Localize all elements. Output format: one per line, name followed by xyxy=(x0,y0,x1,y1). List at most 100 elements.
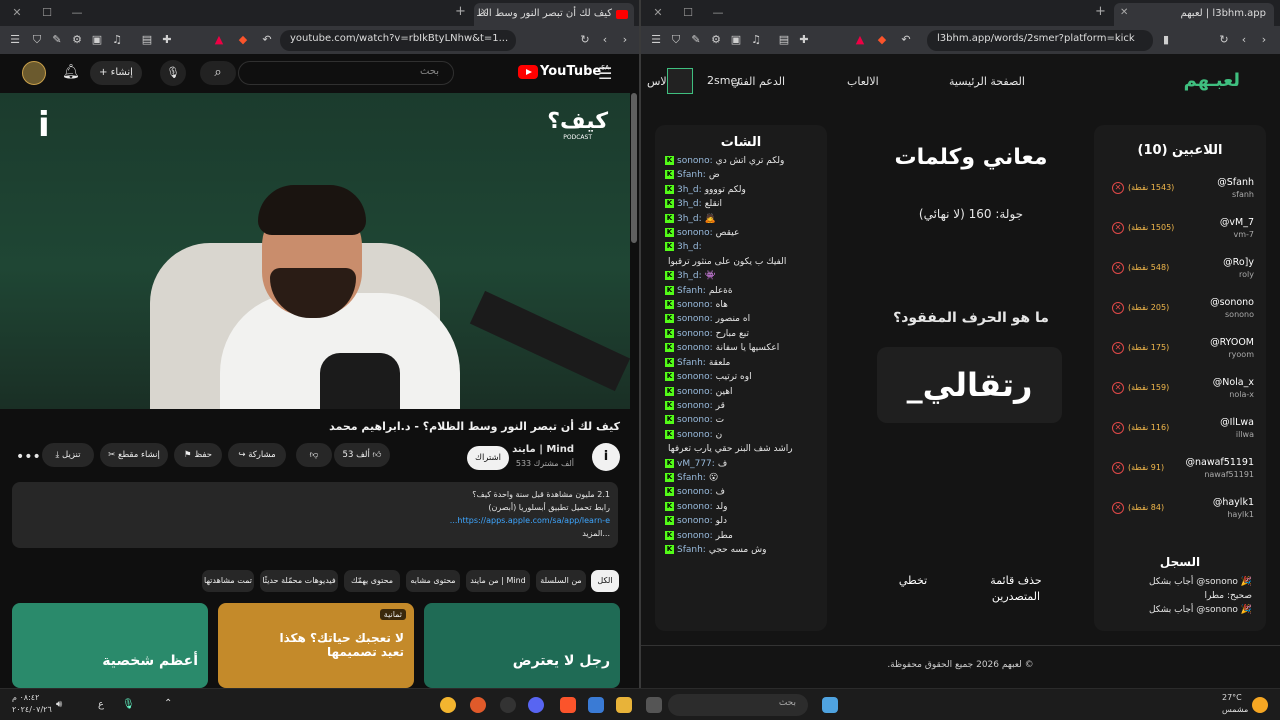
screenshot-icon[interactable]: ▤ xyxy=(777,33,791,47)
remove-player-icon[interactable]: ✕ xyxy=(1112,462,1124,474)
folder-icon[interactable] xyxy=(616,697,632,713)
chat-username[interactable]: sonono: xyxy=(677,430,713,440)
chevron-up-icon[interactable]: ⌃ xyxy=(164,698,172,709)
remove-player-icon[interactable]: ✕ xyxy=(1112,182,1124,194)
description-more[interactable]: ...المزيد xyxy=(20,527,610,540)
chat-username[interactable]: sonono: xyxy=(677,401,713,411)
close-window-icon[interactable]: ✕ xyxy=(10,6,24,20)
extension-icon[interactable]: ✎ xyxy=(689,33,703,47)
new-tab-button[interactable]: + xyxy=(1095,4,1106,19)
chat-username[interactable]: Sfanh: xyxy=(677,473,706,483)
nav-support[interactable]: الدعم الفني xyxy=(731,75,785,88)
chip-all[interactable]: الكل xyxy=(591,570,619,592)
save-button[interactable]: ⚑ حفظ xyxy=(174,443,222,467)
language-indicator[interactable]: ع xyxy=(98,699,104,710)
screenshot-icon[interactable]: ▤ xyxy=(140,33,154,47)
maximize-window-icon[interactable]: ☐ xyxy=(40,6,54,20)
chrome-icon[interactable] xyxy=(440,697,456,713)
youtube-logo[interactable]: YouTubeSA xyxy=(518,64,609,82)
address-bar[interactable]: youtube.com/watch?v=rbIkBtyLNhw&t=1... xyxy=(280,30,516,51)
brave-icon[interactable] xyxy=(560,697,576,713)
close-window-icon[interactable]: ✕ xyxy=(651,6,665,20)
share-icon[interactable]: ↶ xyxy=(899,33,913,47)
chat-username[interactable]: vM_777: xyxy=(677,459,715,469)
description-link[interactable]: https://apps.apple.com/sa/app/learn-e... xyxy=(20,514,610,527)
clock-date[interactable]: ٢٠٢٤/٠٧/٢٦ xyxy=(12,705,52,714)
remove-player-icon[interactable]: ✕ xyxy=(1112,342,1124,354)
remove-player-icon[interactable]: ✕ xyxy=(1112,262,1124,274)
chat-username[interactable]: sonono: xyxy=(677,300,713,310)
chip-interest[interactable]: محتوى يهمّك xyxy=(344,570,400,592)
site-logo[interactable]: لعبـهم xyxy=(1184,70,1240,91)
store-icon[interactable] xyxy=(588,697,604,713)
remove-player-icon[interactable]: ✕ xyxy=(1112,502,1124,514)
remove-player-icon[interactable]: ✕ xyxy=(1112,422,1124,434)
avatar[interactable] xyxy=(667,68,693,94)
app-icon[interactable] xyxy=(500,697,516,713)
chip-watched[interactable]: تمت مشاهدتها xyxy=(202,570,254,592)
music-icon[interactable]: ♫ xyxy=(110,33,124,47)
thumbnail-card[interactable]: أعظم شخصية xyxy=(12,603,208,688)
download-button[interactable]: ⤓ تنزيل xyxy=(42,443,94,467)
extension-icon[interactable]: ✎ xyxy=(50,33,64,47)
nav-home[interactable]: الصفحة الرئيسية xyxy=(949,75,1025,88)
search-icon[interactable]: ⌕ xyxy=(200,61,236,85)
chat-username[interactable]: sonono: xyxy=(677,415,713,425)
reload-icon[interactable]: ↻ xyxy=(578,33,592,47)
hamburger-menu-icon[interactable]: ☰ xyxy=(598,64,612,83)
chat-username[interactable]: 3h_d: xyxy=(677,242,702,252)
chat-username[interactable]: sonono: xyxy=(677,487,713,497)
chat-username[interactable]: 3h_d: xyxy=(677,271,702,281)
search-input[interactable]: بحث xyxy=(238,61,454,85)
discord-icon[interactable] xyxy=(528,697,544,713)
video-player[interactable]: كيف؟ PODCAST i xyxy=(0,93,630,409)
chat-username[interactable]: sonono: xyxy=(677,531,713,541)
triangle-icon[interactable]: ▲ xyxy=(212,33,226,47)
remove-player-icon[interactable]: ✕ xyxy=(1112,302,1124,314)
menu-icon[interactable]: ☰ xyxy=(649,33,663,47)
share-button[interactable]: ↪ مشاركة xyxy=(228,443,286,467)
new-tab-button[interactable]: + xyxy=(455,4,466,19)
app-icon[interactable] xyxy=(470,697,486,713)
chat-username[interactable]: Sfanh: xyxy=(677,545,706,555)
shield-icon[interactable]: ⛉ xyxy=(30,33,44,47)
settings-icon[interactable]: ⚙ xyxy=(709,33,723,47)
chip-channel[interactable]: من مايند | Mind xyxy=(466,570,530,592)
chat-username[interactable]: Sfanh: xyxy=(677,358,706,368)
menu-icon[interactable]: ☰ xyxy=(8,33,22,47)
chat-username[interactable]: Sfanh: xyxy=(677,286,706,296)
settings-icon[interactable]: ⚙ xyxy=(70,33,84,47)
chat-username[interactable]: sonono: xyxy=(677,502,713,512)
volume-icon[interactable]: 🔊︎ xyxy=(56,699,62,710)
share-icon[interactable]: ↶ xyxy=(260,33,274,47)
brave-shield-icon[interactable]: ◆ xyxy=(875,33,889,47)
minimize-window-icon[interactable]: — xyxy=(70,6,84,20)
chat-username[interactable]: sonono: xyxy=(677,228,713,238)
scrollbar[interactable] xyxy=(631,93,637,243)
mic-icon[interactable]: 🎙︎ xyxy=(122,699,135,710)
chat-username[interactable]: 3h_d: xyxy=(677,185,702,195)
reload-icon[interactable]: ↻ xyxy=(1217,33,1231,47)
chat-username[interactable]: sonono: xyxy=(677,156,713,166)
delete-leaderboard-button[interactable]: حذف قائمة المتصدرين xyxy=(971,573,1061,605)
close-tab-icon[interactable]: ✕ xyxy=(1120,7,1128,18)
triangle-icon[interactable]: ▲ xyxy=(853,33,867,47)
minimize-window-icon[interactable]: — xyxy=(711,6,725,20)
weather-desc[interactable]: مشمس xyxy=(1222,705,1248,714)
skip-button[interactable]: تخطي xyxy=(883,573,943,589)
remove-player-icon[interactable]: ✕ xyxy=(1112,382,1124,394)
bookmark-icon[interactable]: ▮ xyxy=(1159,33,1173,47)
subscribe-button[interactable]: اشتراك xyxy=(467,446,509,470)
forward-icon[interactable]: › xyxy=(1257,33,1271,47)
windows-start-icon[interactable] xyxy=(822,697,838,713)
nav-games[interactable]: الالعاب xyxy=(847,75,879,88)
channel-name[interactable]: مايند | Mind xyxy=(512,444,574,455)
forward-icon[interactable]: › xyxy=(618,33,632,47)
dislike-button[interactable]: 👎︎ xyxy=(296,443,332,467)
bell-icon[interactable]: 🔔︎ xyxy=(62,64,80,80)
chat-username[interactable]: 3h_d: xyxy=(677,214,702,224)
chat-username[interactable]: sonono: xyxy=(677,387,713,397)
back-icon[interactable]: ‹ xyxy=(598,33,612,47)
task-view-icon[interactable] xyxy=(646,697,662,713)
chat-username[interactable]: sonono: xyxy=(677,343,713,353)
